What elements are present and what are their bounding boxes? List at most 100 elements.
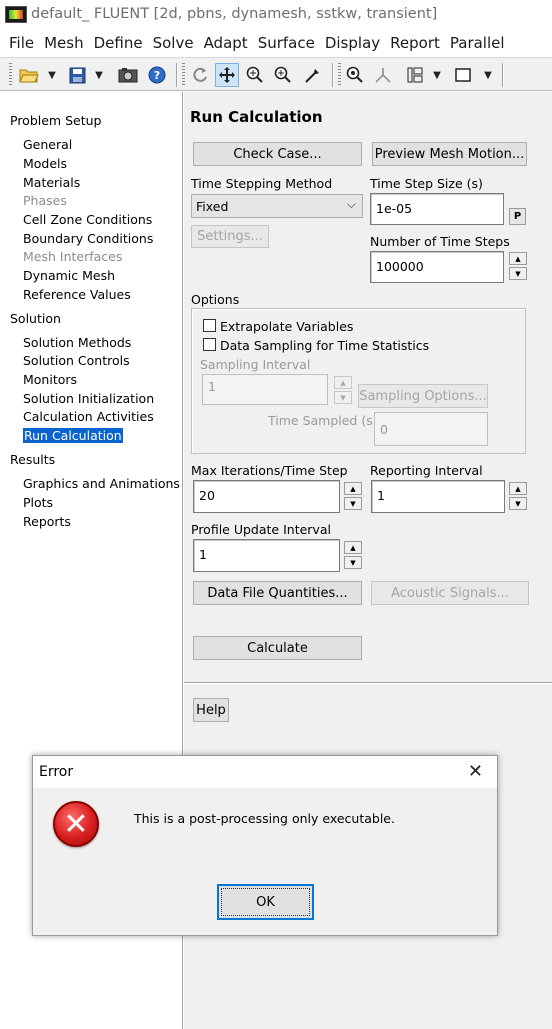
reporting-interval-spinner[interactable]: ▲ ▼ xyxy=(509,482,527,510)
tree-item-phases: Phases xyxy=(23,193,67,208)
toolbar-grip[interactable] xyxy=(338,63,341,87)
reporting-interval-label: Reporting Interval xyxy=(370,463,483,478)
tree-item-calculation-activities[interactable]: Calculation Activities xyxy=(23,409,154,424)
arrow-up-icon[interactable]: ▲ xyxy=(509,252,527,265)
dialog-title: Error xyxy=(39,764,74,780)
tree-item-reference-values[interactable]: Reference Values xyxy=(23,287,131,302)
arrow-down-icon[interactable]: ▼ xyxy=(344,556,362,569)
extrapolate-variables-checkbox[interactable] xyxy=(203,319,216,332)
menu-file[interactable]: File xyxy=(0,34,39,52)
time-step-size-input[interactable]: 1e-05 xyxy=(370,193,504,225)
close-icon[interactable]: ✕ xyxy=(468,761,483,782)
reporting-interval-input[interactable]: 1 xyxy=(371,480,505,513)
arrow-down-icon[interactable]: ▼ xyxy=(344,497,362,510)
tree-item-solution-initialization[interactable]: Solution Initialization xyxy=(23,391,154,406)
open-dropdown-chevron-icon[interactable]: ▼ xyxy=(46,63,58,87)
rotate-icon[interactable] xyxy=(189,63,211,87)
arrow-up-icon[interactable]: ▲ xyxy=(509,482,527,495)
chevron-down-icon: ⌵ xyxy=(346,197,356,211)
tree-item-graphics-and-animations[interactable]: Graphics and Animations xyxy=(23,476,180,491)
tree-item-solution-controls[interactable]: Solution Controls xyxy=(23,353,130,368)
camera-icon[interactable] xyxy=(116,63,140,87)
menu-mesh[interactable]: Mesh xyxy=(39,34,89,52)
tree-item-solution-methods[interactable]: Solution Methods xyxy=(23,335,131,350)
tree-item-run-calculation[interactable]: Run Calculation xyxy=(23,428,123,443)
max-iterations-input[interactable]: 20 xyxy=(193,480,340,513)
toolbar: ▼ ▼ ? ▼ ▼ xyxy=(0,57,552,91)
arrow-up-icon[interactable]: ▲ xyxy=(344,482,362,495)
error-dialog: Error ✕ ✕ This is a post-processing only… xyxy=(32,755,498,936)
number-of-time-steps-label: Number of Time Steps xyxy=(370,234,510,249)
time-step-size-label: Time Step Size (s) xyxy=(370,176,483,191)
help-button[interactable]: Help xyxy=(193,698,229,722)
calculate-button[interactable]: Calculate xyxy=(193,636,362,660)
zoom-in-icon[interactable] xyxy=(244,63,266,87)
window-title: default_ FLUENT [2d, pbns, dynamesh, sst… xyxy=(31,6,438,22)
data-file-quantities-button[interactable]: Data File Quantities... xyxy=(193,581,362,605)
menu-bar: File Mesh Define Solve Adapt Surface Dis… xyxy=(0,30,552,55)
title-bar: default_ FLUENT [2d, pbns, dynamesh, sst… xyxy=(0,0,552,30)
tree-item-boundary-conditions[interactable]: Boundary Conditions xyxy=(23,231,153,246)
sampling-interval-spinner: ▲ ▼ xyxy=(334,376,352,404)
save-dropdown-chevron-icon[interactable]: ▼ xyxy=(93,63,105,87)
toolbar-grip[interactable] xyxy=(182,63,185,87)
toolbar-grip[interactable] xyxy=(9,63,12,87)
menu-surface[interactable]: Surface xyxy=(253,34,320,52)
panel-title: Run Calculation xyxy=(190,108,323,126)
time-stepping-method-value: Fixed xyxy=(196,199,229,214)
menu-report[interactable]: Report xyxy=(385,34,445,52)
arrow-up-icon: ▲ xyxy=(334,376,352,389)
tree-item-materials[interactable]: Materials xyxy=(23,175,80,190)
check-case-button[interactable]: Check Case... xyxy=(193,142,362,166)
menu-solve[interactable]: Solve xyxy=(148,34,199,52)
svg-text:?: ? xyxy=(154,69,160,82)
tree-item-cell-zone-conditions[interactable]: Cell Zone Conditions xyxy=(23,212,152,227)
tree-heading-results[interactable]: Results xyxy=(10,452,55,467)
data-sampling-label: Data Sampling for Time Statistics xyxy=(220,338,430,353)
zoom-box-icon[interactable] xyxy=(272,63,294,87)
parameter-p-button[interactable]: P xyxy=(509,208,526,225)
tree-item-reports[interactable]: Reports xyxy=(23,514,71,529)
arrow-up-icon[interactable]: ▲ xyxy=(344,541,362,554)
preview-mesh-motion-button[interactable]: Preview Mesh Motion... xyxy=(372,142,527,166)
save-icon[interactable] xyxy=(66,63,88,87)
help-icon[interactable]: ? xyxy=(146,63,168,87)
profile-update-interval-input[interactable]: 1 xyxy=(193,539,340,572)
axes-icon[interactable] xyxy=(372,63,394,87)
arrow-down-icon[interactable]: ▼ xyxy=(509,497,527,510)
options-label: Options xyxy=(191,292,240,307)
menu-adapt[interactable]: Adapt xyxy=(199,34,253,52)
tree-item-plots[interactable]: Plots xyxy=(23,495,53,510)
tree-item-models[interactable]: Models xyxy=(23,156,67,171)
time-steps-spinner[interactable]: ▲ ▼ xyxy=(509,252,527,280)
arrow-down-icon[interactable]: ▼ xyxy=(509,267,527,280)
window-icon[interactable] xyxy=(452,63,474,87)
time-sampled-input: 0 xyxy=(374,412,488,446)
max-iterations-spinner[interactable]: ▲ ▼ xyxy=(344,482,362,510)
open-file-icon[interactable] xyxy=(17,63,41,87)
data-sampling-checkbox[interactable] xyxy=(203,338,216,351)
time-sampled-label: Time Sampled (s) xyxy=(268,413,378,428)
layout-dropdown-chevron-icon[interactable]: ▼ xyxy=(431,63,443,87)
window-dropdown-chevron-icon[interactable]: ▼ xyxy=(482,63,494,87)
menu-display[interactable]: Display xyxy=(320,34,385,52)
menu-define[interactable]: Define xyxy=(89,34,148,52)
tree-heading-problem-setup[interactable]: Problem Setup xyxy=(10,113,101,128)
settings-button: Settings... xyxy=(191,225,269,248)
layout-icon[interactable] xyxy=(404,63,426,87)
acoustic-signals-button: Acoustic Signals... xyxy=(371,581,529,605)
tree-item-general[interactable]: General xyxy=(23,137,72,152)
tree-item-monitors[interactable]: Monitors xyxy=(23,372,77,387)
profile-update-spinner[interactable]: ▲ ▼ xyxy=(344,541,362,569)
tree-heading-solution[interactable]: Solution xyxy=(10,311,61,326)
toolbar-separator xyxy=(502,63,504,87)
ok-button[interactable]: OK xyxy=(217,884,314,920)
sampling-options-button: Sampling Options... xyxy=(358,384,488,408)
tree-item-dynamic-mesh[interactable]: Dynamic Mesh xyxy=(23,268,115,283)
number-of-time-steps-input[interactable]: 100000 xyxy=(370,251,504,283)
probe-icon[interactable] xyxy=(302,63,324,87)
menu-parallel[interactable]: Parallel xyxy=(445,34,510,52)
time-stepping-method-select[interactable]: Fixed ⌵ xyxy=(191,194,363,218)
pan-icon[interactable] xyxy=(215,63,239,87)
zoom-fit-icon[interactable] xyxy=(344,63,366,87)
